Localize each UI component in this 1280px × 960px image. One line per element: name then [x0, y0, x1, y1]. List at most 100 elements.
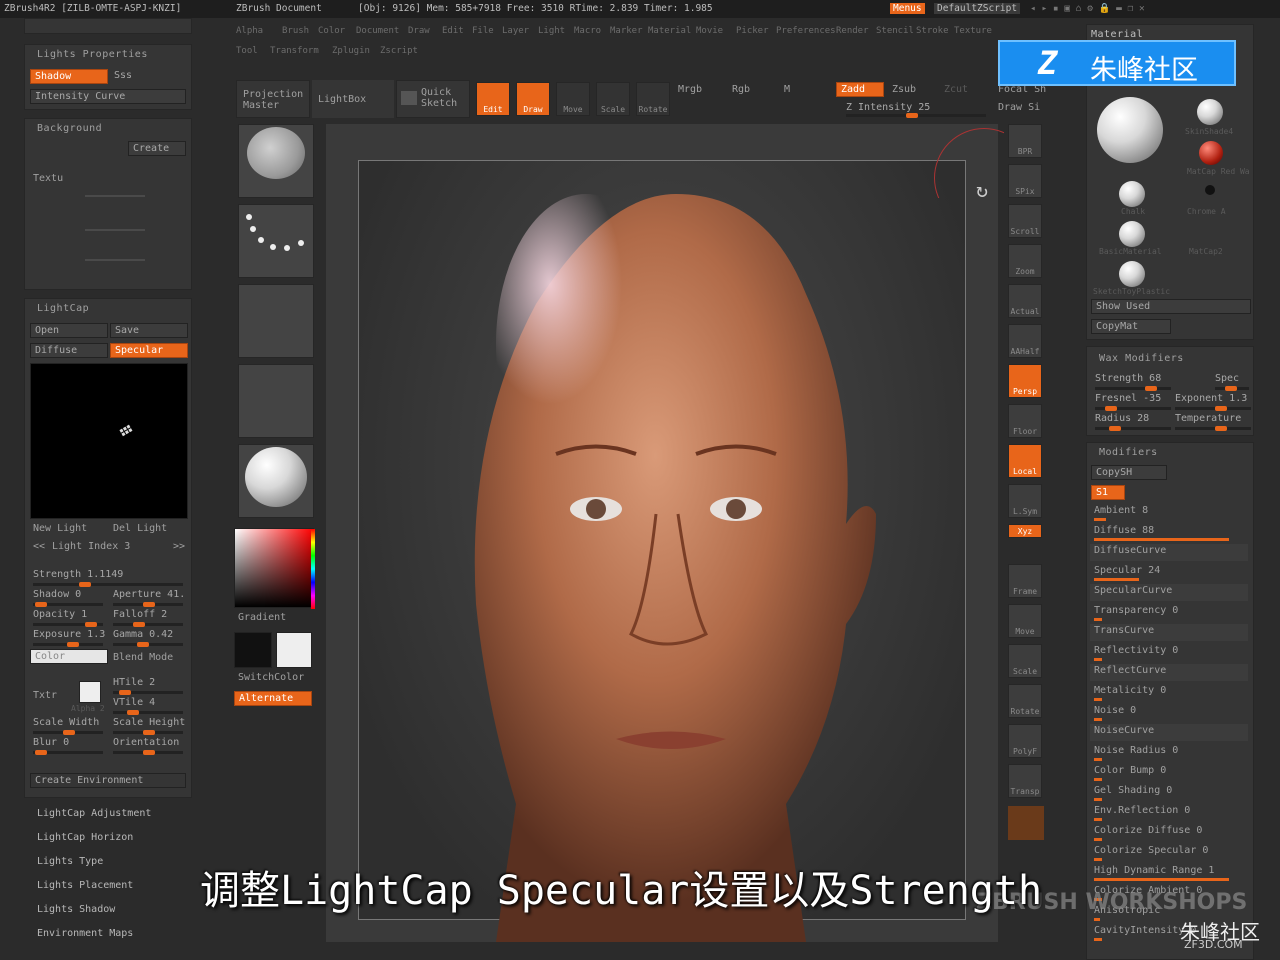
scale-width-slider[interactable]: Scale Width [33, 717, 103, 735]
strength-slider[interactable]: Strength 1.1149 [33, 569, 183, 587]
lightbox-button[interactable]: LightBox [312, 80, 394, 118]
show-used-button[interactable]: Show Used [1091, 299, 1251, 314]
shadow-button[interactable]: Shadow [30, 69, 108, 84]
lightcap-preview[interactable] [30, 363, 188, 519]
light-handle-icon[interactable] [118, 422, 138, 440]
transp-button[interactable]: Transp [1008, 764, 1042, 798]
brush-thumbnail[interactable] [238, 124, 314, 198]
menu-item-render[interactable]: Render [836, 26, 869, 36]
gamma-slider[interactable]: Gamma 0.42 [113, 629, 183, 647]
menu-item-tool[interactable]: Tool [236, 46, 258, 56]
skinshade-sphere[interactable] [1197, 99, 1223, 125]
modifiers-header[interactable]: Modifiers [1099, 447, 1158, 458]
script-button[interactable]: DefaultZScript [934, 3, 1021, 14]
open-button[interactable]: Open [30, 323, 108, 338]
menu-item-brush[interactable]: Brush [282, 26, 309, 36]
menu-item-material[interactable]: Material [648, 26, 691, 36]
move-button[interactable]: Move [556, 82, 590, 116]
shadow-slider[interactable]: Shadow 0 [33, 589, 103, 607]
modifier-colorize-diffuse[interactable]: Colorize Diffuse 0 [1090, 824, 1248, 841]
menu-item-zscript[interactable]: Zscript [380, 46, 418, 56]
zcut-button[interactable]: Zcut [944, 84, 968, 95]
modifier-diffuse[interactable]: Diffuse 88 [1090, 524, 1248, 541]
menu-item-macro[interactable]: Macro [574, 26, 601, 36]
matcap-red-sphere[interactable] [1199, 141, 1223, 165]
actual-button[interactable]: Actual [1008, 284, 1042, 318]
rotate-button[interactable]: Rotate [636, 82, 670, 116]
zsub-button[interactable]: Zsub [892, 84, 916, 95]
menu-item-file[interactable]: File [472, 26, 494, 36]
color-swatch[interactable]: Color [30, 649, 108, 664]
chrome-sphere[interactable] [1205, 185, 1215, 195]
submenu-lightcap-adjustment[interactable]: LightCap Adjustment [37, 808, 151, 819]
persp-button[interactable]: Persp [1008, 364, 1042, 398]
submenu-lights-placement[interactable]: Lights Placement [37, 880, 133, 891]
submenu-lights-type[interactable]: Lights Type [37, 856, 103, 867]
floor-button[interactable]: Floor [1008, 404, 1042, 438]
color-picker[interactable] [234, 528, 315, 609]
exponent-slider[interactable]: Exponent 1.3 [1175, 393, 1251, 411]
lights-properties-header[interactable]: Lights Properties [37, 49, 148, 60]
chalk-sphere[interactable] [1119, 181, 1145, 207]
menu-item-transform[interactable]: Transform [270, 46, 319, 56]
menu-item-light[interactable]: Light [538, 26, 565, 36]
menu-item-zplugin[interactable]: Zplugin [332, 46, 370, 56]
temperature-slider[interactable]: Temperature [1175, 413, 1251, 431]
menus-button[interactable]: Menus [890, 3, 925, 14]
texture-slot[interactable] [79, 681, 101, 703]
lsym-button[interactable]: L.Sym [1008, 484, 1042, 518]
quick-sketch-button[interactable]: Quick Sketch [396, 80, 470, 118]
menu-item-stroke[interactable]: Stroke [916, 26, 949, 36]
spix-button[interactable]: SPix [1008, 164, 1042, 198]
scale-button[interactable]: Scale [1008, 644, 1042, 678]
exposure-slider[interactable]: Exposure 1.3 [33, 629, 105, 647]
modifier-noise-radius[interactable]: Noise Radius 0 [1090, 744, 1248, 761]
projection-master-button[interactable]: Projection Master [236, 80, 310, 118]
head-model[interactable] [406, 184, 946, 942]
copymat-button[interactable]: CopyMat [1091, 319, 1171, 334]
falloff-slider[interactable]: Falloff 2 [113, 609, 183, 627]
sss-button[interactable]: Sss [110, 69, 186, 82]
stroke-thumbnail[interactable] [238, 204, 314, 278]
material-thumbnail[interactable] [238, 444, 314, 518]
orientation-slider[interactable]: Orientation [113, 737, 183, 755]
blur-slider[interactable]: Blur 0 [33, 737, 103, 755]
new-light-button[interactable]: New Light [33, 523, 87, 534]
lightcap-header[interactable]: LightCap [37, 303, 89, 314]
light-index-prev-icon[interactable]: << [33, 541, 45, 552]
menu-item-edit[interactable]: Edit [442, 26, 464, 36]
alternate-button[interactable]: Alternate [234, 691, 312, 706]
menu-item-movie[interactable]: Movie [696, 26, 723, 36]
create-environment-button[interactable]: Create Environment [30, 773, 186, 788]
zoom-button[interactable]: Zoom [1008, 244, 1042, 278]
rotate-button[interactable]: Rotate [1008, 684, 1042, 718]
modifier-diffusecurve[interactable]: DiffuseCurve [1090, 544, 1248, 561]
modifier-metalicity[interactable]: Metalicity 0 [1090, 684, 1248, 701]
texture-label[interactable]: Textu [33, 173, 63, 184]
zadd-button[interactable]: Zadd [836, 82, 884, 97]
color-material-swatch[interactable] [1008, 806, 1044, 840]
modifier-env-reflection[interactable]: Env.Reflection 0 [1090, 804, 1248, 821]
wax-spec-slider[interactable]: Spec [1215, 373, 1249, 391]
modifier-reflectivity[interactable]: Reflectivity 0 [1090, 644, 1248, 661]
htile-slider[interactable]: HTile 2 [113, 677, 183, 695]
sketch-toy-plastic-sphere[interactable] [1119, 261, 1145, 287]
switch-color-button[interactable]: SwitchColor [238, 672, 304, 683]
m-button[interactable]: M [784, 84, 790, 95]
modifier-transparency[interactable]: Transparency 0 [1090, 604, 1248, 621]
wax-strength-slider[interactable]: Strength 68 [1095, 373, 1171, 391]
menu-item-color[interactable]: Color [318, 26, 345, 36]
alpha-thumbnail[interactable] [238, 284, 314, 358]
light-index-next-icon[interactable]: >> [173, 541, 185, 552]
modifier-color-bump[interactable]: Color Bump 0 [1090, 764, 1248, 781]
menu-item-picker[interactable]: Picker [736, 26, 769, 36]
save-button[interactable]: Save [110, 323, 188, 338]
frame-button[interactable]: Frame [1008, 564, 1042, 598]
submenu-lights-shadow[interactable]: Lights Shadow [37, 904, 115, 915]
draw-button[interactable]: Draw [516, 82, 550, 116]
radius-slider[interactable]: Radius 28 [1095, 413, 1171, 431]
material-header[interactable]: Material [1091, 29, 1143, 40]
gradient-button[interactable]: Gradient [238, 612, 286, 623]
menu-item-stencil[interactable]: Stencil [876, 26, 914, 36]
window-controls-icon[interactable]: ◂ ▸ ▪ ▣ ⌂ ⚙ 🔒 ▬ ❐ ✕ [1030, 3, 1145, 14]
